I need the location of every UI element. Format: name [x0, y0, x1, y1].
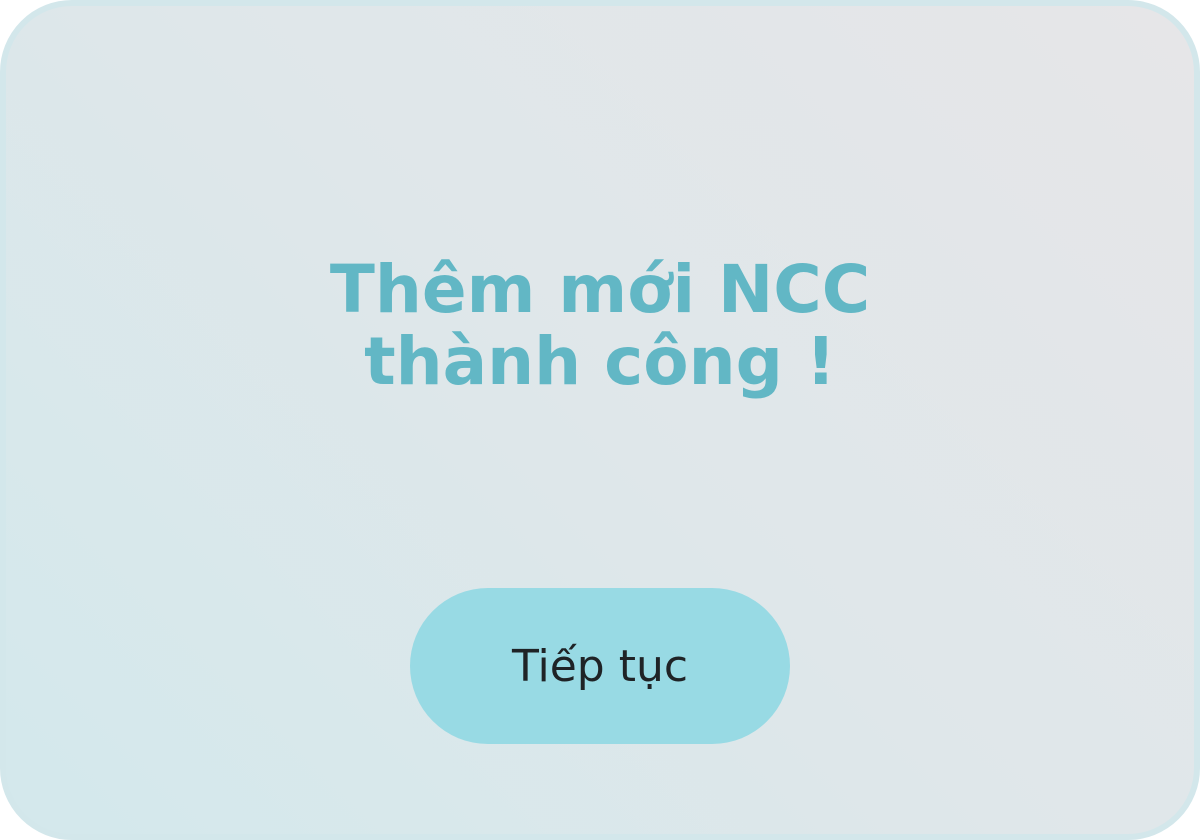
success-message-line-2: thành công ! [364, 323, 836, 400]
success-message: Thêm mới NCC thành công ! [6, 254, 1194, 398]
continue-button[interactable]: Tiếp tục [410, 588, 790, 744]
success-message-line-1: Thêm mới NCC [329, 251, 871, 328]
success-dialog: Thêm mới NCC thành công ! Tiếp tục [0, 0, 1200, 840]
